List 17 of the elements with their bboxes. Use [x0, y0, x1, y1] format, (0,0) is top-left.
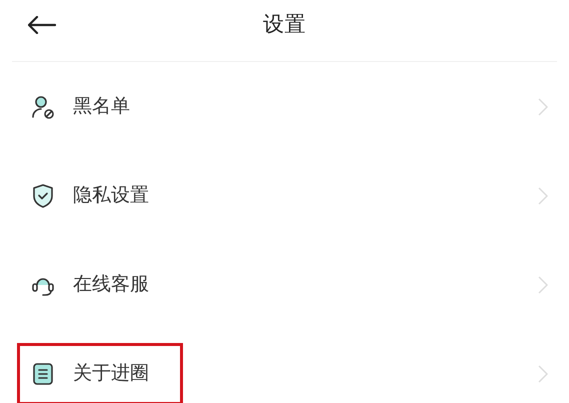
settings-item[interactable]: 黑名单	[17, 76, 183, 138]
shield-check-icon	[30, 182, 56, 208]
page-title: 设置	[262, 11, 306, 38]
user-block-icon	[30, 94, 56, 120]
chevron-right-icon	[538, 364, 548, 382]
chevron-right-icon	[538, 98, 548, 116]
item-label: 隐私设置	[73, 183, 149, 208]
chevron-right-icon	[538, 276, 548, 294]
chevron-right-icon	[538, 186, 548, 204]
settings-item[interactable]: 关于进圈	[17, 342, 183, 403]
settings-item[interactable]: 隐私设置	[17, 164, 183, 226]
back-arrow-icon	[28, 16, 56, 34]
document-icon	[30, 360, 56, 386]
item-label: 关于进圈	[73, 361, 149, 386]
item-label: 黑名单	[73, 94, 130, 120]
item-label: 在线客服	[73, 272, 149, 298]
settings-item[interactable]: 在线客服	[17, 254, 183, 316]
